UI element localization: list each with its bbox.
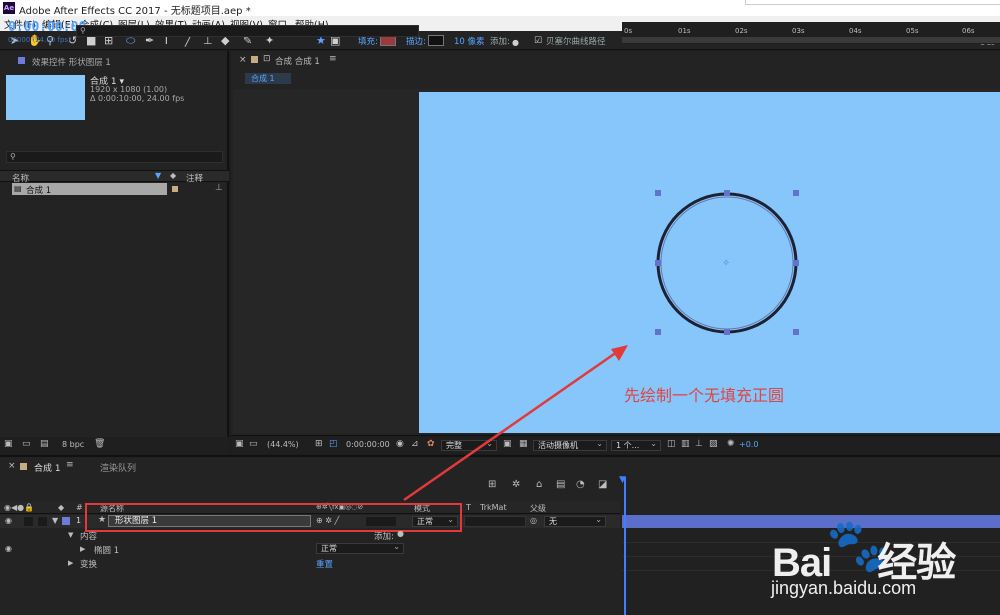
watermark-url: jingyan.baidu.com	[771, 578, 917, 598]
